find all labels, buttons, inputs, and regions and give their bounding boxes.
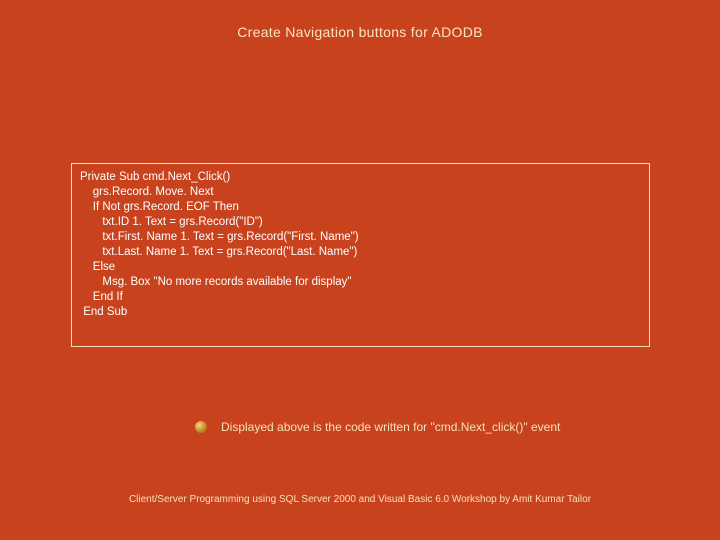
bullet-item: Displayed above is the code written for … [195, 420, 675, 434]
code-block: Private Sub cmd.Next_Click() grs.Record.… [71, 163, 650, 347]
slide-title: Create Navigation buttons for ADODB [0, 24, 720, 40]
bullet-icon [195, 421, 207, 433]
bullet-text: Displayed above is the code written for … [221, 420, 560, 434]
slide-footer: Client/Server Programming using SQL Serv… [0, 494, 720, 505]
